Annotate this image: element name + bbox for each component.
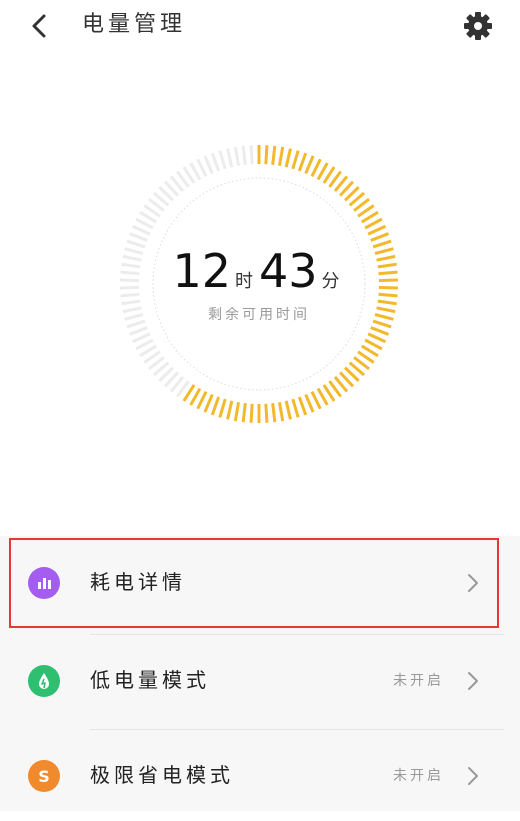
- ring-tick-empty: [203, 155, 214, 175]
- list-item-label: 耗电详情: [90, 570, 186, 594]
- ring-tick-empty: [196, 158, 208, 177]
- ring-tick-filled: [291, 150, 300, 170]
- s-letter-icon: S: [28, 760, 60, 792]
- ring-tick-empty: [210, 152, 221, 172]
- ring-tick-empty: [131, 224, 151, 236]
- ring-tick-filled: [370, 232, 390, 242]
- ring-tick-filled: [210, 396, 221, 416]
- top-bar: 电量管理: [0, 0, 520, 52]
- ring-tick-empty: [189, 162, 202, 181]
- list-item-status: 未开启: [393, 673, 444, 689]
- ring-tick-empty: [131, 332, 151, 344]
- ring-tick-filled: [284, 148, 292, 168]
- ring-tick-filled: [316, 387, 329, 406]
- chevron-right-icon: [468, 767, 478, 785]
- bar-chart-icon: [28, 567, 60, 599]
- gear-icon: [464, 12, 492, 40]
- ring-tick-filled: [291, 398, 300, 418]
- ring-tick-filled: [364, 217, 383, 230]
- remaining-time-label: 剩余可用时间: [208, 307, 310, 323]
- ring-tick-filled: [284, 400, 292, 420]
- chevron-left-icon: [32, 14, 46, 38]
- ring-tick-filled: [304, 393, 315, 413]
- page-title: 电量管理: [82, 12, 187, 37]
- ring-tick-empty: [249, 145, 254, 165]
- icon-letter: S: [38, 767, 50, 786]
- ring-tick-filled: [316, 162, 329, 181]
- back-button[interactable]: [22, 8, 58, 44]
- hours-value: 12: [172, 244, 231, 298]
- ring-tick-filled: [310, 391, 322, 410]
- ring-tick-empty: [218, 150, 227, 170]
- list-item-label: 低电量模式: [90, 668, 210, 692]
- list-item-status: 未开启: [393, 768, 444, 784]
- ring-tick-empty: [135, 338, 154, 351]
- ring-tick-filled: [277, 401, 285, 422]
- ring-tick-empty: [226, 148, 234, 168]
- ring-tick-filled: [297, 396, 308, 416]
- chevron-right-icon: [468, 672, 478, 690]
- ring-tick-filled: [218, 398, 227, 418]
- ring-tick-empty: [135, 217, 154, 230]
- battery-options-list: 耗电详情 低电量模式 未开启 S 极限省电模式 未开启: [0, 536, 520, 811]
- ring-tick-empty: [241, 145, 247, 165]
- ring-tick-filled: [264, 145, 269, 165]
- ring-tick-filled: [277, 146, 285, 167]
- list-item-label: 极限省电模式: [90, 763, 234, 787]
- ring-tick-filled: [233, 401, 241, 422]
- ring-tick-filled: [297, 152, 308, 172]
- list-item-power-usage[interactable]: 耗电详情: [0, 536, 520, 628]
- ring-tick-filled: [241, 403, 247, 423]
- list-item-ultra-power-saving[interactable]: S 极限省电模式 未开启: [0, 729, 520, 821]
- minutes-unit: 分: [321, 271, 340, 292]
- ring-tick-empty: [233, 146, 241, 167]
- ring-tick-filled: [271, 403, 277, 423]
- ring-tick-filled: [271, 145, 277, 165]
- battery-gauge: 12 时 43 分 剩余可用时间: [119, 144, 399, 424]
- chevron-right-icon: [468, 574, 478, 592]
- ring-tick-filled: [226, 400, 234, 420]
- ring-tick-filled: [203, 393, 214, 413]
- ring-tick-filled: [304, 155, 315, 175]
- settings-button[interactable]: [460, 8, 496, 44]
- list-item-low-power-mode[interactable]: 低电量模式 未开启: [0, 634, 520, 726]
- ring-tick-empty: [128, 326, 148, 336]
- ring-tick-filled: [367, 332, 387, 344]
- ring-tick-filled: [364, 338, 383, 351]
- ring-tick-filled: [249, 403, 254, 423]
- ring-tick-filled: [310, 158, 322, 177]
- ring-tick-filled: [189, 387, 202, 406]
- ring-tick-filled: [370, 326, 390, 336]
- remaining-time: 12 时 43 分: [119, 244, 399, 298]
- ring-tick-filled: [367, 224, 387, 236]
- ring-tick-filled: [264, 403, 269, 423]
- ring-tick-empty: [128, 232, 148, 242]
- ring-tick-filled: [196, 391, 208, 410]
- hours-unit: 时: [235, 271, 253, 292]
- minutes-value: 43: [259, 244, 318, 298]
- leaf-drop-icon: [28, 665, 60, 697]
